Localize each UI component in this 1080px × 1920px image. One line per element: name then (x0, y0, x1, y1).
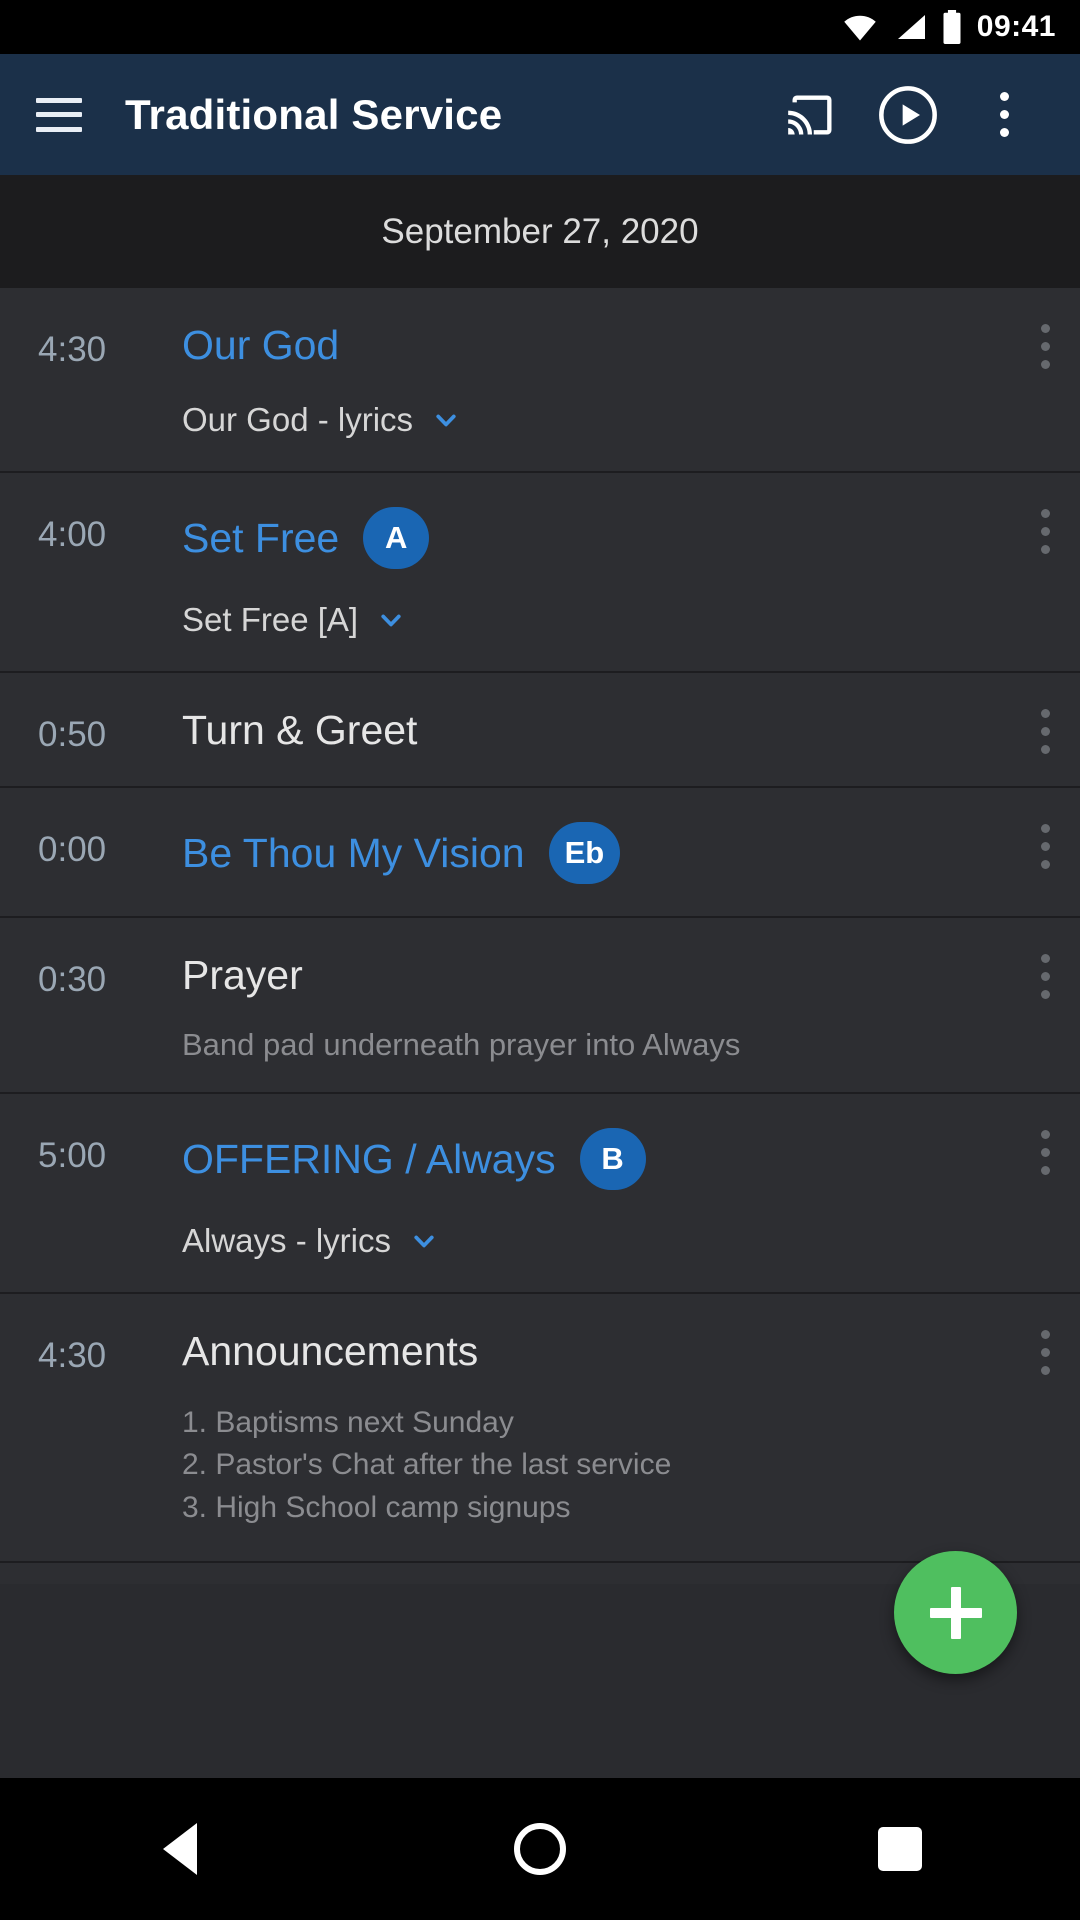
service-date: September 27, 2020 (381, 211, 699, 251)
add-item-fab[interactable] (894, 1551, 1017, 1674)
item-overflow-button[interactable] (1041, 324, 1050, 369)
item-title[interactable]: Be Thou My Vision (182, 830, 525, 877)
item-title-line: Announcements (182, 1328, 1052, 1375)
item-title-line: Turn & Greet (182, 707, 1052, 754)
item-body: Our God Our God - lyrics (182, 288, 1052, 471)
service-item-list: 4:30 Our God Our God - lyrics 4:00 Set F… (0, 288, 1080, 1584)
item-attachment[interactable]: Our God - lyrics (182, 401, 1052, 439)
table-row[interactable]: 4:30 Our God Our God - lyrics (0, 288, 1080, 474)
battery-icon (943, 10, 961, 44)
nav-back-button[interactable] (90, 1778, 270, 1920)
page-title: Traditional Service (125, 90, 503, 138)
item-attachment-label: Set Free [A] (182, 601, 359, 639)
item-overflow-button[interactable] (1041, 1130, 1050, 1176)
app-bar: Traditional Service (0, 54, 1080, 175)
home-circle-icon (514, 1823, 566, 1875)
table-row[interactable]: 5:00 OFFERING / Always B Always - lyrics (0, 1094, 1080, 1295)
table-row[interactable]: 4:00 Set Free A Set Free [A] (0, 473, 1080, 674)
item-body: Turn & Greet (182, 673, 1052, 786)
item-duration: 5:00 (38, 1136, 107, 1176)
item-attachment[interactable]: Always - lyrics (182, 1222, 1052, 1260)
play-circle-icon (879, 85, 937, 144)
recents-square-icon (878, 1827, 922, 1871)
play-button[interactable] (860, 67, 956, 163)
item-body: Announcements 1. Baptisms next Sunday 2. … (182, 1294, 1052, 1561)
status-time: 09:41 (976, 10, 1056, 43)
app-screen: 09:41 Traditional Service September 27, … (0, 0, 1080, 1920)
system-navigation-bar (0, 1778, 1080, 1920)
date-header: September 27, 2020 (0, 175, 1080, 288)
table-row[interactable]: 4:30 Announcements 1. Baptisms next Sund… (0, 1294, 1080, 1564)
cellular-signal-icon (897, 15, 925, 39)
wifi-icon (844, 15, 876, 41)
item-duration: 0:30 (38, 960, 107, 1000)
item-duration (0, 1563, 182, 1584)
cast-button[interactable] (764, 67, 860, 163)
table-row[interactable]: 0:30 Prayer Band pad underneath prayer i… (0, 918, 1080, 1095)
back-triangle-icon (163, 1823, 197, 1875)
nav-home-button[interactable] (450, 1778, 630, 1920)
item-title-line: Set Free A (182, 507, 1052, 570)
item-overflow-button[interactable] (1041, 509, 1050, 555)
item-duration: 0:00 (38, 830, 107, 870)
item-duration: 4:30 (38, 1336, 107, 1376)
item-overflow-button[interactable] (1041, 824, 1050, 870)
more-vertical-icon (999, 92, 1009, 137)
status-bar: 09:41 (0, 0, 1080, 54)
item-note: Band pad underneath prayer into Always (182, 1027, 741, 1063)
item-body: Set Free A Set Free [A] (182, 473, 1052, 671)
list-item: 1. Baptisms next Sunday (182, 1405, 514, 1439)
item-title: Turn & Greet (182, 707, 418, 754)
item-title-line: Our God (182, 322, 1052, 369)
song-key-badge[interactable]: A (363, 507, 430, 570)
item-attachment[interactable]: Set Free [A] (182, 601, 1052, 639)
item-title-line: OFFERING / Always B (182, 1128, 1052, 1191)
item-title[interactable]: Our God (182, 322, 339, 369)
app-bar-actions (764, 67, 1052, 163)
item-title: Announcements (182, 1328, 479, 1375)
nav-recents-button[interactable] (810, 1778, 990, 1920)
item-duration: 4:00 (38, 515, 107, 555)
item-title[interactable]: Set Free (182, 515, 339, 562)
hamburger-menu-icon[interactable] (36, 97, 82, 132)
item-title[interactable]: OFFERING / Always (182, 1136, 556, 1183)
status-icon-group (841, 10, 963, 44)
song-key-badge[interactable]: B (579, 1128, 646, 1191)
chevron-down-icon[interactable] (429, 403, 463, 437)
plus-icon (929, 1586, 982, 1639)
list-item: 2. Pastor's Chat after the last service (182, 1448, 672, 1482)
item-note-list: 1. Baptisms next Sunday 2. Pastor's Chat … (182, 1402, 1052, 1530)
item-attachment-label: Our God - lyrics (182, 401, 414, 439)
list-item: 3. High School camp signups (182, 1490, 571, 1524)
item-overflow-button[interactable] (1041, 954, 1050, 1000)
table-row[interactable]: 0:00 Be Thou My Vision Eb (0, 788, 1080, 919)
item-title-line: Be Thou My Vision Eb (182, 822, 1052, 885)
item-duration: 0:50 (38, 715, 107, 755)
item-overflow-button[interactable] (1041, 1330, 1050, 1376)
cast-icon (788, 95, 832, 134)
service-list-viewport[interactable]: 4:30 Our God Our God - lyrics 4:00 Set F… (0, 288, 1080, 1584)
item-body: OFFERING / Always B Always - lyrics (182, 1094, 1052, 1292)
chevron-down-icon[interactable] (407, 1224, 441, 1258)
overflow-menu-button[interactable] (956, 67, 1052, 163)
chevron-down-icon[interactable] (374, 603, 408, 637)
item-attachment-label: Always - lyrics (182, 1222, 392, 1260)
item-body: Prayer Band pad underneath prayer into A… (182, 918, 1052, 1092)
item-title: Prayer (182, 952, 303, 999)
item-body: Be Thou My Vision Eb (182, 788, 1052, 916)
item-overflow-button[interactable] (1041, 709, 1050, 755)
item-title-line: Prayer (182, 952, 1052, 999)
table-row[interactable]: 0:50 Turn & Greet (0, 673, 1080, 789)
item-duration: 4:30 (38, 330, 107, 369)
song-key-badge[interactable]: Eb (548, 822, 621, 885)
